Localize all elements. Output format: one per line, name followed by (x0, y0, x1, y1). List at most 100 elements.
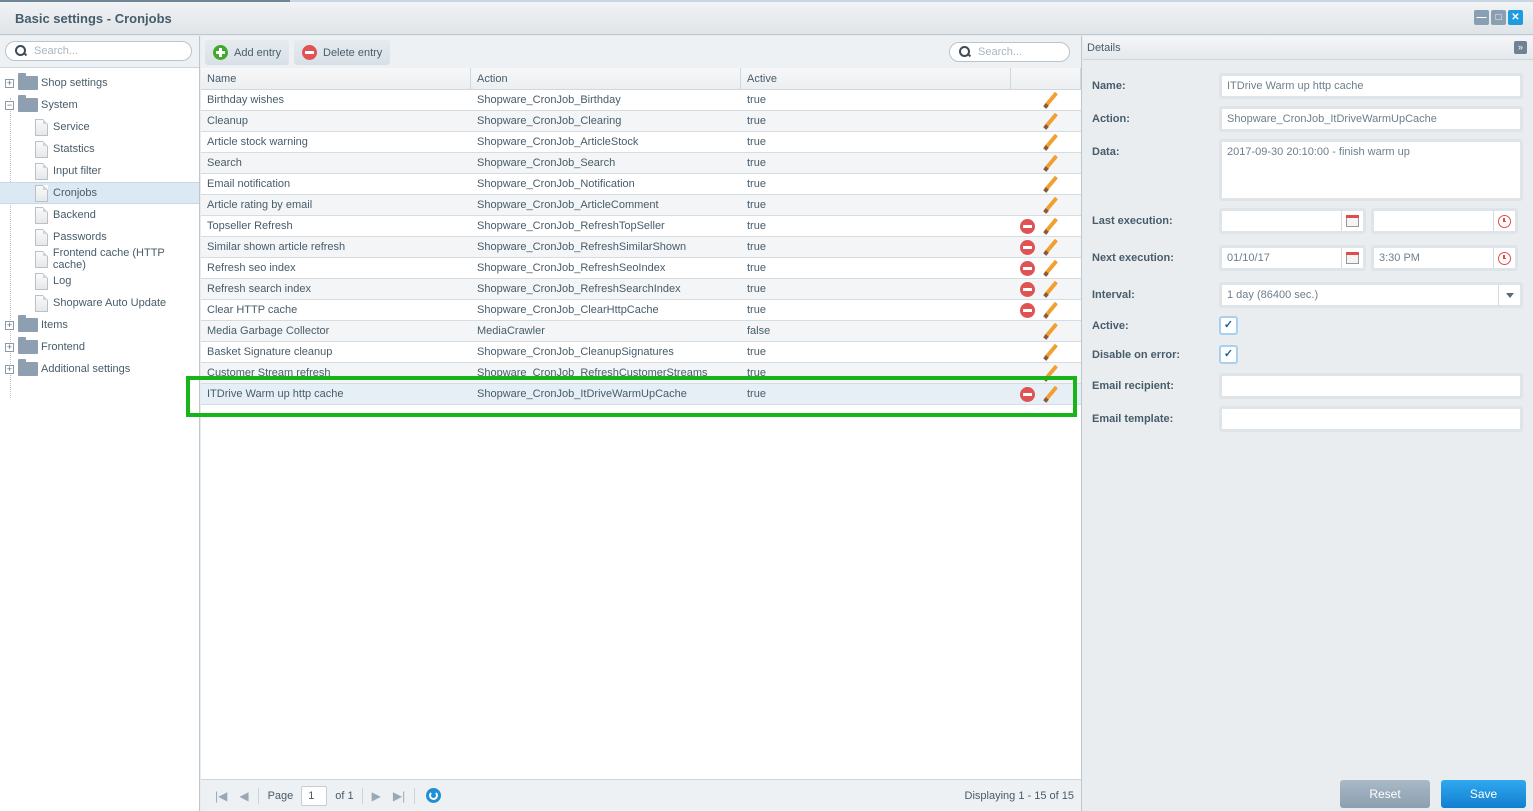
table-row[interactable]: Article rating by email Shopware_CronJob_… (201, 195, 1081, 216)
table-row[interactable]: Refresh seo index Shopware_CronJob_Refres… (201, 258, 1081, 279)
edit-pencil-icon[interactable] (1043, 134, 1059, 150)
tree-folder[interactable]: + Additional settings (0, 358, 199, 380)
edit-pencil-icon[interactable] (1043, 386, 1059, 402)
tree-label: System (41, 99, 78, 111)
delete-entry-button[interactable]: Delete entry (294, 40, 391, 65)
dropdown-trigger[interactable] (1498, 285, 1520, 305)
cell-active: true (747, 283, 766, 295)
tree-item[interactable]: Shopware Auto Update (0, 292, 199, 314)
collapse-panel-icon[interactable]: » (1514, 41, 1527, 54)
edit-pencil-icon[interactable] (1043, 344, 1059, 360)
tree-search-input[interactable]: Search... (5, 41, 192, 61)
expand-icon[interactable]: + (5, 364, 14, 374)
delete-icon[interactable] (1020, 239, 1035, 255)
edit-pencil-icon[interactable] (1043, 302, 1059, 318)
date-picker-trigger[interactable] (1341, 211, 1363, 231)
tree-item[interactable]: Cronjobs (0, 182, 199, 204)
refresh-icon[interactable] (426, 788, 442, 803)
tree-item[interactable]: Statstics (0, 138, 199, 160)
table-row[interactable]: Basket Signature cleanup Shopware_CronJob… (201, 342, 1081, 363)
tree-folder[interactable]: + Items (0, 314, 199, 336)
edit-pencil-icon[interactable] (1043, 239, 1059, 255)
window-titlebar[interactable]: Basic settings - Cronjobs — □ ✕ (0, 2, 1533, 35)
table-row[interactable]: Email notification Shopware_CronJob_Notif… (201, 174, 1081, 195)
edit-pencil-icon[interactable] (1043, 323, 1059, 339)
add-entry-button[interactable]: Add entry (205, 40, 290, 65)
collapse-icon[interactable]: − (5, 100, 14, 110)
tree-folder[interactable]: + Frontend (0, 336, 199, 358)
grid-search-input[interactable]: Search... (949, 42, 1070, 62)
tree-item[interactable]: Backend (0, 204, 199, 226)
table-row[interactable]: Refresh search index Shopware_CronJob_Ref… (201, 279, 1081, 300)
tree-item[interactable]: Log (0, 270, 199, 292)
cell-name: Basket Signature cleanup (207, 346, 333, 358)
delete-icon[interactable] (1020, 281, 1035, 297)
table-row[interactable]: Clear HTTP cache Shopware_CronJob_ClearHt… (201, 300, 1081, 321)
name-row: Name: ITDrive Warm up http cache (1092, 73, 1523, 99)
last-execution-date-field[interactable] (1219, 208, 1366, 234)
table-row[interactable]: Cleanup Shopware_CronJob_Clearing true (201, 111, 1081, 132)
close-icon[interactable]: ✕ (1508, 10, 1523, 25)
delete-icon[interactable] (1020, 260, 1035, 276)
page-icon (35, 184, 48, 202)
action-field[interactable]: Shopware_CronJob_ItDriveWarmUpCache (1219, 106, 1523, 132)
name-field[interactable]: ITDrive Warm up http cache (1219, 73, 1523, 99)
interval-select[interactable]: 1 day (86400 sec.) (1219, 282, 1523, 308)
prev-page-icon[interactable]: ◀ (239, 789, 248, 803)
name-label: Name: (1092, 80, 1126, 92)
minimize-icon[interactable]: — (1474, 10, 1489, 25)
table-row[interactable]: Birthday wishes Shopware_CronJob_Birthday… (201, 90, 1081, 111)
last-execution-label: Last execution: (1092, 215, 1173, 227)
edit-pencil-icon[interactable] (1043, 218, 1059, 234)
disable-on-error-checkbox[interactable]: ✓ (1219, 345, 1238, 364)
active-checkbox[interactable]: ✓ (1219, 316, 1238, 335)
tree-item[interactable]: Input filter (0, 160, 199, 182)
table-row[interactable]: Media Garbage Collector MediaCrawler false (201, 321, 1081, 342)
column-header-active[interactable]: Active (741, 68, 1011, 89)
last-page-icon[interactable]: ▶| (393, 789, 405, 803)
edit-pencil-icon[interactable] (1043, 260, 1059, 276)
date-picker-trigger[interactable] (1341, 248, 1363, 268)
reset-button[interactable]: Reset (1340, 780, 1430, 808)
email-template-field[interactable] (1219, 406, 1523, 432)
tree-item[interactable]: Passwords (0, 226, 199, 248)
table-row[interactable]: Topseller Refresh Shopware_CronJob_Refres… (201, 216, 1081, 237)
edit-pencil-icon[interactable] (1043, 92, 1059, 108)
edit-pencil-icon[interactable] (1043, 281, 1059, 297)
delete-icon[interactable] (1020, 218, 1035, 234)
table-row[interactable]: Article stock warning Shopware_CronJob_Ar… (201, 132, 1081, 153)
table-row[interactable]: ITDrive Warm up http cache Shopware_CronJ… (201, 384, 1081, 405)
expand-icon[interactable]: + (5, 78, 14, 88)
tree-item[interactable]: Frontend cache (HTTP cache) (0, 247, 199, 271)
interval-value: 1 day (86400 sec.) (1227, 289, 1319, 301)
table-row[interactable]: Search Shopware_CronJob_Search true (201, 153, 1081, 174)
tree-folder[interactable]: − System (0, 94, 199, 116)
table-row[interactable]: Customer Stream refresh Shopware_CronJob_… (201, 363, 1081, 384)
expand-icon[interactable]: + (5, 342, 14, 352)
page-number-input[interactable]: 1 (301, 785, 328, 806)
time-picker-trigger[interactable] (1493, 248, 1515, 268)
next-page-icon[interactable]: ▶ (372, 789, 381, 803)
edit-pencil-icon[interactable] (1043, 197, 1059, 213)
delete-icon[interactable] (1020, 386, 1035, 402)
tree-folder[interactable]: + Shop settings (0, 72, 199, 94)
edit-pencil-icon[interactable] (1043, 155, 1059, 171)
tree-item[interactable]: Service (0, 116, 199, 138)
next-execution-date-field[interactable]: 01/10/17 (1219, 245, 1366, 271)
next-execution-time-field[interactable]: 3:30 PM (1371, 245, 1518, 271)
email-recipient-field[interactable] (1219, 373, 1523, 399)
delete-icon[interactable] (1020, 302, 1035, 318)
maximize-icon[interactable]: □ (1491, 10, 1506, 25)
column-header-action[interactable]: Action (471, 68, 741, 89)
last-execution-time-field[interactable] (1371, 208, 1518, 234)
expand-icon[interactable]: + (5, 320, 14, 330)
edit-pencil-icon[interactable] (1043, 176, 1059, 192)
data-textarea[interactable]: 2017-09-30 20:10:00 - finish warm up (1219, 139, 1523, 201)
edit-pencil-icon[interactable] (1043, 365, 1059, 381)
save-button[interactable]: Save (1441, 780, 1526, 808)
table-row[interactable]: Similar shown article refresh Shopware_Cr… (201, 237, 1081, 258)
edit-pencil-icon[interactable] (1043, 113, 1059, 129)
first-page-icon[interactable]: |◀ (215, 789, 227, 803)
time-picker-trigger[interactable] (1493, 211, 1515, 231)
column-header-name[interactable]: Name (201, 68, 471, 89)
